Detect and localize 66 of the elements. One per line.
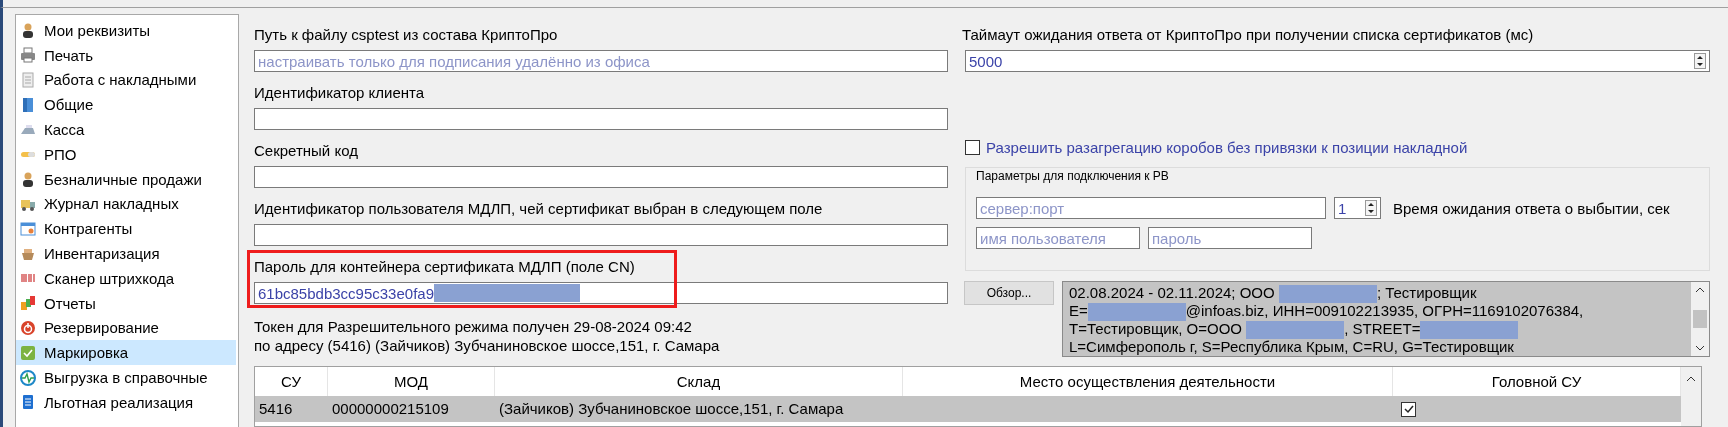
- certificate-text: E=: [1069, 302, 1088, 319]
- sidebar-item[interactable]: Резервирование: [16, 315, 236, 341]
- sidebar-item[interactable]: Безналичные продажи: [16, 166, 236, 192]
- token-note: Токен для Разрешительного режима получен 29-08-2024 09:42: [254, 317, 693, 336]
- checkbox[interactable]: [1401, 401, 1416, 417]
- certificate-text: 02.08.2024 - 02.11.2024; ООО: [1069, 284, 1276, 301]
- document-icon: [20, 72, 36, 88]
- spin-field[interactable]: 1: [1334, 197, 1381, 219]
- input-field[interactable]: [254, 224, 948, 246]
- scrollbar[interactable]: [1691, 282, 1709, 356]
- spin-arrows-icon: [1365, 200, 1377, 216]
- folder-icon: [20, 96, 36, 113]
- field-label: Таймаут ожидания ответа от КриптоПро при получении списка сертификатов (мс): [962, 25, 1535, 45]
- sidebar-item[interactable]: Мои реквизиты: [16, 18, 236, 43]
- sidebar-item[interactable]: Инвентаризация: [16, 241, 236, 266]
- sidebar-item[interactable]: РПО: [16, 142, 236, 167]
- token-note: по адресу (5416) (Зайчиков) Зубчаниновское шоссе,151, г. Самара: [254, 336, 721, 355]
- input-field[interactable]: 61bc85bdb3cc95c33e0fa9: [254, 282, 948, 304]
- sidebar-item[interactable]: Печать: [16, 42, 236, 68]
- check-frame-icon: [20, 344, 36, 361]
- contact-card-icon: [20, 220, 36, 237]
- input-field[interactable]: [254, 166, 948, 188]
- scrollbar[interactable]: [1681, 367, 1701, 426]
- checkbox[interactable]: [965, 139, 980, 155]
- table-cell: 00000000215109: [328, 396, 495, 422]
- field-label: Время ожидания ответа о выбытии, сек: [1393, 199, 1670, 217]
- certificate-text: , STREET=: [1344, 320, 1421, 337]
- certificate-text: T=Тестировщик, O=ООО: [1069, 320, 1244, 337]
- scroll-down-icon: [1695, 344, 1705, 352]
- spin-field[interactable]: 5000: [965, 50, 1710, 72]
- table-cell: (Зайчиков) Зубчаниновское шоссе,151, г. Самара: [495, 396, 903, 422]
- sidebar-item[interactable]: Общие: [16, 92, 236, 118]
- scroll-thumb[interactable]: [1693, 310, 1707, 328]
- sidebar-item[interactable]: Льготная реализация: [16, 389, 236, 415]
- check-icon: [1402, 403, 1415, 415]
- field-label: Секретный код: [254, 141, 359, 161]
- person-icon: [20, 22, 36, 39]
- power-icon: [20, 319, 36, 336]
- scroll-up-icon: [1695, 286, 1705, 294]
- browse-button[interactable]: Обзор...: [964, 281, 1054, 305]
- sidebar-item[interactable]: Журнал накладных: [16, 191, 236, 217]
- pulse-icon: [20, 369, 36, 386]
- person-icon: [20, 171, 36, 188]
- spin-arrows-icon: [1694, 53, 1706, 69]
- field-label: Путь к файлу csptest из состава КриптоПро: [254, 25, 559, 45]
- certificate-text: L=Симферополь г, S=Республика Крым, C=RU, G=Тестировщик: [1069, 338, 1514, 355]
- input-field[interactable]: [254, 108, 948, 130]
- table-cell: 5416: [255, 396, 328, 422]
- sidebar-item[interactable]: Контрагенты: [16, 216, 236, 242]
- cubes-icon: [20, 295, 36, 312]
- sidebar-item[interactable]: Касса: [16, 117, 236, 142]
- field-label: Пароль для контейнера сертификата МДЛП (поле CN): [254, 257, 636, 277]
- field-label: Идентификатор пользователя МДЛП, чей сертификат выбран в следующем поле: [254, 199, 824, 219]
- certificate-text: @infoas.biz, ИНН=009102213935, ОГРН=1169102076384,: [1185, 302, 1584, 319]
- sidebar-item[interactable]: Выгрузка в справочные: [16, 365, 236, 390]
- group-title: Параметры для подключения к РВ: [976, 168, 1170, 185]
- scroll-up-icon: [1686, 375, 1696, 383]
- checkbox-label: Разрешить разагрегацию коробов без привязки к позиции накладной: [986, 138, 1468, 156]
- sidebar-item[interactable]: Работа с накладными: [16, 67, 236, 93]
- sidebar-item[interactable]: Сканер штрихкода: [16, 265, 236, 291]
- field-label: Идентификатор клиента: [254, 83, 426, 103]
- list-icon: [20, 394, 36, 411]
- sidebar-item[interactable]: Отчеты: [16, 290, 236, 316]
- certificate-text: ; Тестировщик: [1376, 284, 1477, 301]
- sidebar-item[interactable]: Маркировка: [16, 340, 236, 366]
- printer-icon: [20, 47, 36, 64]
